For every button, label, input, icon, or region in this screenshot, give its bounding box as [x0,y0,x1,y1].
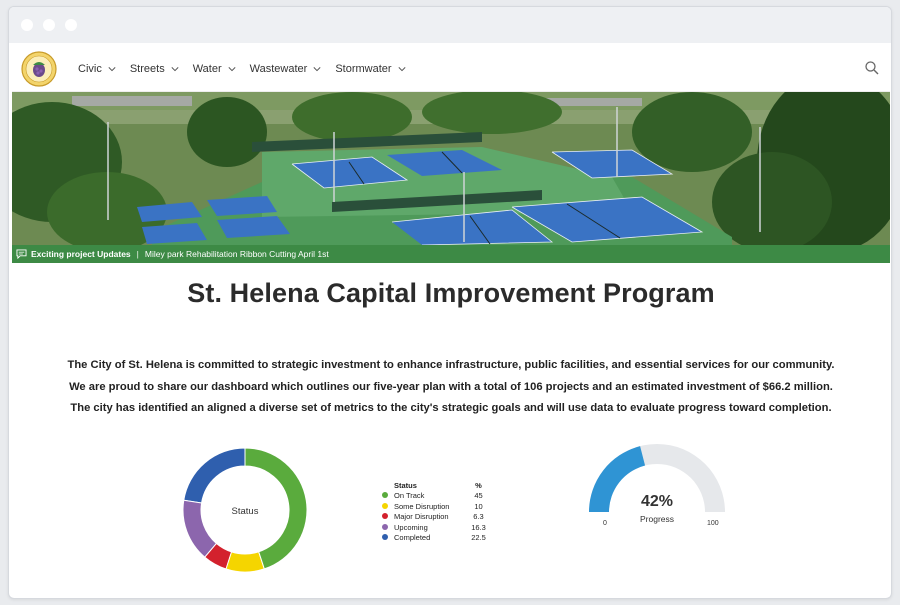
legend-row: Completed 22.5 [382,533,491,544]
chevron-down-icon [313,66,321,71]
hero-image-tennis-courts [12,92,890,245]
legend-value: 10 [474,501,483,511]
chevron-down-icon [108,66,116,71]
chevron-down-icon [398,66,406,71]
intro-text: The City of St. Helena is committed to s… [12,355,890,420]
menu-item-label: Streets [129,62,165,75]
legend-label: Some Disruption [394,501,450,511]
progress-gauge: 42% Progress 0 100 [582,440,732,540]
intro-line: The city has identified an aligned a div… [70,402,832,414]
city-seal-logo[interactable] [21,51,57,87]
menu-item-streets[interactable]: Streets [130,63,179,75]
chat-bubble-icon [16,249,27,259]
legend-label: Upcoming [394,522,428,532]
window-chrome [9,7,891,43]
menu-item-label: Water [192,62,222,75]
legend-swatch [382,492,388,499]
legend-header-status: Status [394,480,417,490]
legend-swatch [382,523,388,530]
menu-item-label: Civic [78,62,102,75]
menu-item-label: Wastewater [249,62,308,75]
menu-item-water[interactable]: Water [193,63,236,75]
chevron-down-icon [228,66,236,71]
legend-label: Completed [394,533,431,543]
legend-row: Upcoming 16.3 [382,522,491,533]
legend-value: 45 [474,491,483,501]
status-donut-svg: Status [182,447,308,573]
window-dot-icon[interactable] [43,19,55,31]
legend-label: On Track [394,491,425,501]
menu-item-civic[interactable]: Civic [78,63,116,75]
window-dot-icon[interactable] [21,19,33,31]
legend-value: 16.3 [471,522,486,532]
window-dot-icon[interactable] [65,19,77,31]
ticker-tag: Exciting project Updates [31,249,131,259]
ticker-message[interactable]: Miley park Rehabilitation Ribbon Cutting… [145,249,329,259]
legend-row: On Track 45 [382,491,491,502]
legend-row: Major Disruption 6.3 [382,512,491,523]
legend-label: Major Disruption [394,512,449,522]
hero-image [12,92,890,245]
legend-value: 6.3 [473,512,484,522]
browser-window: Civic Streets Water Wastewater Stormwate… [8,6,892,599]
web-page: Civic Streets Water Wastewater Stormwate… [12,45,890,597]
gauge-value: 42% [640,493,674,510]
menu-item-wastewater[interactable]: Wastewater [250,63,322,75]
updates-ticker[interactable]: Exciting project Updates | Miley park Re… [12,245,890,263]
menu-item-stormwater[interactable]: Stormwater [335,62,406,75]
ticker-separator: | [136,249,139,259]
legend-row: Some Disruption 10 [382,501,491,512]
legend-value: 22.5 [471,533,486,543]
search-icon[interactable] [864,60,880,76]
legend-header-pct: % [475,480,482,490]
legend-swatch [382,513,388,520]
status-donut-chart: Status [180,445,310,575]
intro-line: We are proud to share our dashboard whic… [69,380,833,393]
donut-center-label: Status [232,506,259,517]
gauge-min-label: 0 [603,520,607,527]
donut-slice-completed[interactable] [183,447,246,504]
chevron-down-icon [171,66,179,71]
donut-slice-some-disruption[interactable] [225,551,265,573]
legend-swatch [382,502,388,509]
menu-item-label: Stormwater [335,62,392,75]
main-menu: Civic Streets Water Wastewater Stormwate… [78,45,420,92]
status-legend: Status % On Track 45 Some Disruption 10 … [382,480,491,543]
intro-line: The City of St. Helena is committed to s… [67,359,835,371]
page-title: St. Helena Capital Improvement Program [187,278,715,308]
legend-swatch [382,534,388,541]
gauge-max-label: 100 [707,520,719,527]
site-navbar: Civic Streets Water Wastewater Stormwate… [12,45,890,92]
